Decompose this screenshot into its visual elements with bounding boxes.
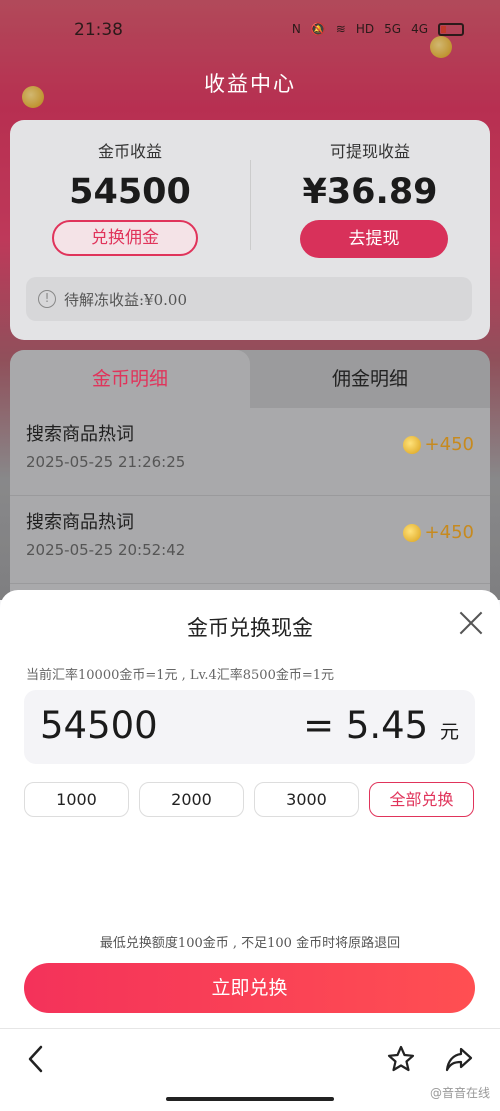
chip-1000[interactable]: 1000: [24, 782, 129, 817]
info-icon: !: [38, 290, 56, 308]
record-amount: +450: [402, 434, 474, 455]
frozen-earnings: ! 待解冻收益:¥0.00: [26, 277, 472, 321]
wifi-icon: ≋: [335, 22, 346, 36]
exchange-commission-button[interactable]: 兑换佣金: [52, 220, 198, 256]
watermark: @音音在线: [429, 1086, 490, 1100]
mute-icon: 🔕: [310, 22, 326, 36]
record-title: 搜索商品热词: [26, 512, 134, 533]
exchange-rate-text: 当前汇率10000金币=1元 , Lv.4汇率8500金币=1元: [26, 668, 335, 683]
amount-chips: 1000 2000 3000 全部兑换: [24, 782, 476, 818]
cash-result-value: = 5.45: [303, 704, 429, 747]
coin-icon: [402, 523, 421, 542]
status-icons: N 🔕 ≋ HD 5G 4G: [292, 22, 464, 36]
earnings-card: 金币收益 54500 可提现收益 ¥36.89 兑换佣金 去提现 ! 待解冻收益…: [10, 120, 490, 340]
status-time: 21:38: [74, 20, 123, 40]
record-time: 2025-05-25 21:26:25: [26, 453, 186, 471]
coin-record-list: 搜索商品热词 2025-05-25 21:26:25 +450 搜索商品热词 2…: [10, 408, 490, 610]
record-amount-value: +450: [424, 522, 474, 543]
cash-result-unit: 元: [439, 721, 459, 743]
star-icon[interactable]: [386, 1044, 416, 1074]
exchange-now-button[interactable]: 立即兑换: [24, 963, 475, 1013]
tab-coin-details[interactable]: 金币明细: [10, 350, 250, 408]
cash-earnings: 可提现收益 ¥36.89: [250, 138, 490, 212]
bottom-nav: [0, 1030, 500, 1090]
record-amount: +450: [402, 522, 474, 543]
signal-4g-icon: 4G: [411, 22, 428, 36]
frozen-earnings-text: 待解冻收益:¥0.00: [64, 290, 187, 309]
cash-earnings-label: 可提现收益: [329, 142, 410, 161]
nfc-icon: N: [291, 22, 301, 36]
chip-exchange-all[interactable]: 全部兑换: [369, 782, 474, 817]
close-icon[interactable]: [458, 610, 484, 636]
tab-commission-details[interactable]: 佣金明细: [250, 350, 490, 408]
chip-3000[interactable]: 3000: [254, 782, 359, 817]
share-icon[interactable]: [444, 1044, 474, 1074]
minimum-note: 最低兑换额度100金币 , 不足100 金币时将原路退回: [99, 936, 401, 951]
signal-5g-icon: 5G: [384, 22, 402, 36]
coin-earnings-value: 54500: [69, 172, 191, 212]
exchange-amount-box: 54500 = 5.45 元: [24, 690, 475, 764]
page-title: 收益中心: [204, 72, 296, 96]
coin-earnings-label: 金币收益: [97, 142, 162, 161]
record-title: 搜索商品热词: [26, 424, 134, 445]
coin-earnings: 金币收益 54500: [10, 138, 250, 212]
cash-earnings-value: ¥36.89: [302, 172, 438, 212]
withdraw-button[interactable]: 去提现: [300, 220, 448, 258]
back-icon[interactable]: [26, 1044, 46, 1074]
home-indicator[interactable]: [166, 1097, 334, 1101]
coin-icon: [402, 435, 421, 454]
exchange-bottom-sheet: 金币兑换现金 当前汇率10000金币=1元 , Lv.4汇率8500金币=1元 …: [0, 590, 500, 1111]
chip-2000[interactable]: 2000: [139, 782, 244, 817]
list-item[interactable]: 搜索商品热词 2025-05-25 20:52:42 +450: [10, 496, 490, 584]
coin-amount-input[interactable]: 54500: [40, 704, 158, 747]
detail-list-card: 金币明细 佣金明细 搜索商品热词 2025-05-25 21:26:25 +45…: [10, 350, 490, 610]
record-time: 2025-05-25 20:52:42: [26, 541, 186, 559]
cash-result: = 5.45 元: [303, 704, 459, 747]
divider: [0, 1028, 500, 1029]
battery-icon: [438, 22, 464, 36]
record-amount-value: +450: [424, 434, 474, 455]
status-bar: 21:38 N 🔕 ≋ HD 5G 4G: [0, 0, 500, 60]
list-item[interactable]: 搜索商品热词 2025-05-25 21:26:25 +450: [10, 408, 490, 496]
sheet-title: 金币兑换现金: [187, 616, 313, 640]
hd-icon: HD: [355, 22, 375, 36]
